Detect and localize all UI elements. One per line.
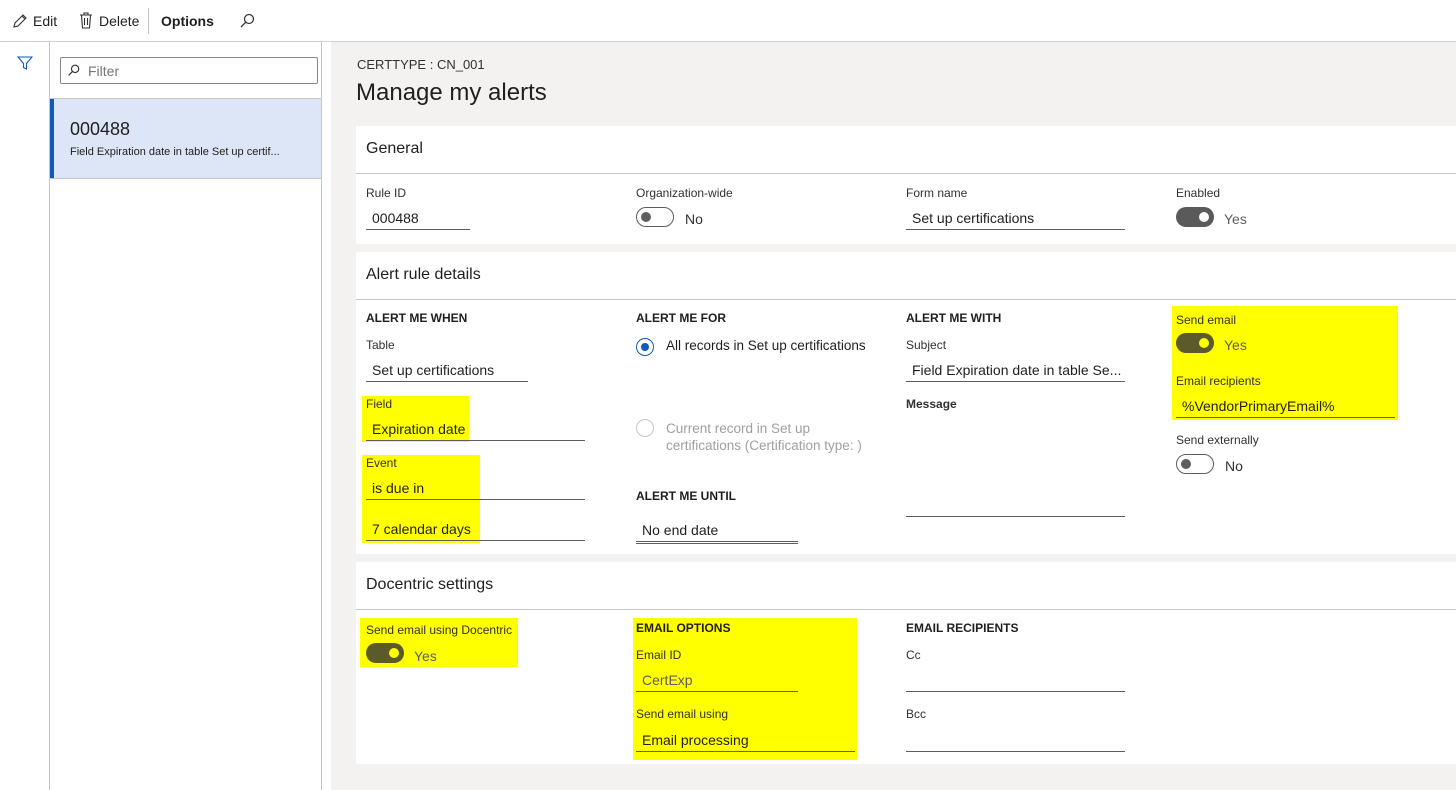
selected-indicator xyxy=(50,99,54,178)
event-days-field[interactable]: 7 calendar days xyxy=(366,517,585,541)
subject-field[interactable]: Field Expiration date in table Se... xyxy=(906,358,1125,382)
enabled-value: Yes xyxy=(1224,211,1247,227)
search-icon xyxy=(240,13,255,27)
filter-icon[interactable] xyxy=(17,55,33,71)
breadcrumb: CERTTYPE : CN_001 xyxy=(357,57,485,72)
radio-current-record-label-line1: Current record in Set up xyxy=(666,421,811,436)
radio-current-record-label-line2: certifications (Certification type: ) xyxy=(666,438,862,453)
bcc-field[interactable] xyxy=(906,728,1125,752)
email-id-field[interactable]: CertExp xyxy=(636,668,798,692)
alert-rule-section-title[interactable]: Alert rule details xyxy=(366,266,481,284)
email-recipients-field[interactable]: %VendorPrimaryEmail% xyxy=(1176,394,1395,418)
enabled-label: Enabled xyxy=(1176,186,1221,200)
record-list: 000488 Field Expiration date in table Se… xyxy=(50,42,322,790)
radio-all-records[interactable] xyxy=(636,338,654,356)
options-label: Options xyxy=(161,12,214,29)
subject-label: Subject xyxy=(906,338,947,352)
alert-until-blank-field[interactable] xyxy=(636,520,798,544)
filter-rail xyxy=(0,42,50,790)
options-tab[interactable]: Options xyxy=(161,0,214,41)
event-label: Event xyxy=(366,456,397,470)
filter-box[interactable] xyxy=(60,57,318,84)
send-using-docentric-value: Yes xyxy=(414,648,437,664)
send-email-using-field[interactable]: Email processing xyxy=(636,728,855,752)
email-recipients-label: Email recipients xyxy=(1176,374,1261,388)
alert-me-for-heading: ALERT ME FOR xyxy=(636,311,726,325)
action-pane: Edit Delete Options xyxy=(0,0,1456,42)
radio-all-records-label: All records in Set up certifications xyxy=(666,338,866,353)
delete-label: Delete xyxy=(99,12,140,29)
email-id-label: Email ID xyxy=(636,648,682,662)
edit-button[interactable]: Edit xyxy=(12,0,57,41)
form-name-label: Form name xyxy=(906,186,968,200)
message-field[interactable] xyxy=(906,417,1125,517)
send-externally-toggle[interactable] xyxy=(1176,454,1214,474)
search-icon xyxy=(68,64,80,76)
edit-label: Edit xyxy=(33,12,58,29)
page-title: Manage my alerts xyxy=(356,79,547,106)
radio-current-record[interactable] xyxy=(636,419,654,437)
org-wide-toggle[interactable] xyxy=(636,207,674,227)
send-using-docentric-toggle[interactable] xyxy=(366,643,404,663)
cc-field[interactable] xyxy=(906,668,1125,692)
list-item-title: 000488 xyxy=(70,119,131,139)
docentric-section: Docentric settings Send email using Doce… xyxy=(356,562,1456,764)
section-divider xyxy=(356,299,1456,300)
alert-me-when-heading: ALERT ME WHEN xyxy=(366,311,468,325)
list-item[interactable]: 000488 Field Expiration date in table Se… xyxy=(50,98,321,179)
alert-rule-section: Alert rule details ALERT ME WHEN Table S… xyxy=(356,252,1456,554)
enabled-toggle[interactable] xyxy=(1176,207,1214,227)
rule-id-field[interactable]: 000488 xyxy=(366,206,470,230)
message-label: Message xyxy=(906,397,957,411)
docentric-section-title[interactable]: Docentric settings xyxy=(366,576,493,594)
filter-input[interactable] xyxy=(86,61,310,80)
email-recipients-heading: EMAIL RECIPIENTS xyxy=(906,621,1019,635)
send-email-using-label: Send email using xyxy=(636,707,729,721)
search-button[interactable] xyxy=(239,0,255,41)
form-name-field[interactable]: Set up certifications xyxy=(906,206,1125,230)
send-email-toggle[interactable] xyxy=(1176,333,1214,353)
table-field[interactable]: Set up certifications xyxy=(366,358,528,382)
section-divider xyxy=(356,173,1456,174)
field-field[interactable]: Expiration date xyxy=(366,417,585,441)
send-email-value: Yes xyxy=(1224,337,1247,353)
alert-me-until-heading: ALERT ME UNTIL xyxy=(636,489,736,503)
field-label: Field xyxy=(366,397,393,411)
general-section: General Rule ID 000488 Organization-wide… xyxy=(356,126,1456,244)
table-label: Table xyxy=(366,338,395,352)
alert-me-with-heading: ALERT ME WITH xyxy=(906,311,1002,325)
general-section-title[interactable]: General xyxy=(366,140,423,158)
send-externally-label: Send externally xyxy=(1176,433,1259,447)
email-options-heading: EMAIL OPTIONS xyxy=(636,621,731,635)
send-email-label: Send email xyxy=(1176,313,1237,327)
send-using-docentric-label: Send email using Docentric xyxy=(366,623,513,637)
send-externally-value: No xyxy=(1225,458,1243,474)
details-pane: CERTTYPE : CN_001 Manage my alerts Gener… xyxy=(331,42,1456,790)
pencil-icon xyxy=(13,13,27,28)
trash-icon xyxy=(80,12,92,29)
event-field[interactable]: is due in xyxy=(366,476,585,500)
delete-button[interactable]: Delete xyxy=(79,0,139,41)
rule-id-label: Rule ID xyxy=(366,186,407,200)
org-wide-value: No xyxy=(685,211,703,227)
list-item-subtitle: Field Expiration date in table Set up ce… xyxy=(70,146,280,158)
toolbar-divider xyxy=(148,8,149,34)
section-divider xyxy=(356,609,1456,610)
bcc-label: Bcc xyxy=(906,707,927,721)
cc-label: Cc xyxy=(906,648,921,662)
org-wide-label: Organization-wide xyxy=(636,186,733,200)
